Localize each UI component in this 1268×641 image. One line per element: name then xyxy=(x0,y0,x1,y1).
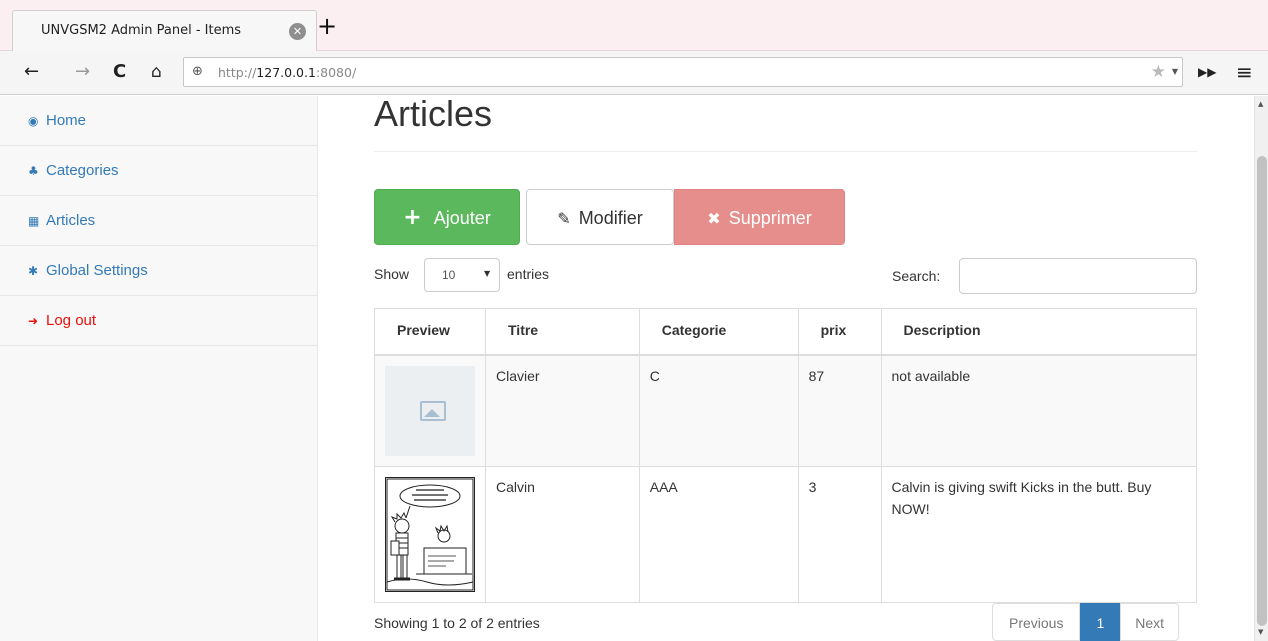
globe-icon: ⊕ xyxy=(192,64,203,79)
new-tab-icon[interactable]: + xyxy=(317,14,337,38)
pagination: Previous 1 Next xyxy=(992,603,1180,641)
previous-page-button[interactable]: Previous xyxy=(992,603,1081,641)
sidebar-item-home[interactable]: ◉ Home xyxy=(0,96,317,146)
gear-icon: ✱ xyxy=(28,264,39,278)
column-header-titre[interactable]: Titre xyxy=(485,308,640,356)
bookmark-star-icon[interactable]: ★ xyxy=(1151,62,1166,82)
delete-button-label: Supprimer xyxy=(728,208,812,228)
preview-cell xyxy=(374,354,486,467)
overflow-icon[interactable]: ▶▶ xyxy=(1198,61,1216,83)
articles-table: Preview Titre Categorie prix Description… xyxy=(374,308,1197,603)
column-header-description[interactable]: Description xyxy=(880,308,1197,356)
entries-length-value: 10 xyxy=(442,268,456,282)
chevron-down-icon[interactable]: ▼ xyxy=(1172,67,1178,76)
page-title: Articles xyxy=(374,93,493,134)
table-header-row: Preview Titre Categorie prix Description xyxy=(374,308,1197,356)
calvin-comic-image xyxy=(385,476,475,592)
edit-button-label: Modifier xyxy=(578,208,643,228)
scrollbar-thumb[interactable] xyxy=(1257,156,1267,626)
column-header-preview[interactable]: Preview xyxy=(374,308,486,356)
description-cell: Calvin is giving swift Kicks in the butt… xyxy=(880,465,1197,603)
description-cell: not available xyxy=(880,354,1197,467)
url-text: http://127.0.0.1:8080/ xyxy=(218,65,357,80)
categorie-cell: C xyxy=(638,354,799,467)
search-input[interactable] xyxy=(959,258,1197,294)
page-scrollbar[interactable]: ▲ ▼ xyxy=(1254,96,1268,641)
title-divider xyxy=(374,151,1197,152)
sidebar-item-label: Home xyxy=(46,112,87,129)
close-icon: ✖ xyxy=(707,209,721,228)
back-icon[interactable]: ← xyxy=(24,61,39,83)
dashboard-icon: ◉ xyxy=(28,114,39,128)
sidebar-item-articles[interactable]: ▦ Articles xyxy=(0,196,317,246)
sidebar-item-logout[interactable]: ➜ Log out xyxy=(0,296,317,346)
search-label: Search: xyxy=(892,268,941,284)
entries-length-select[interactable]: 10 ▼ xyxy=(424,258,500,292)
edit-button[interactable]: ✎ Modifier xyxy=(526,189,674,245)
browser-tab[interactable]: UNVGSM2 Admin Panel - Items ✕ xyxy=(12,10,317,52)
image-placeholder-icon xyxy=(385,365,475,456)
chevron-down-icon: ▼ xyxy=(484,269,491,278)
reload-icon[interactable]: C xyxy=(113,61,126,83)
sidebar-item-label: Articles xyxy=(46,212,96,229)
sitemap-icon: ♣ xyxy=(28,164,39,178)
add-button-label: Ajouter xyxy=(433,208,491,228)
column-header-prix[interactable]: prix xyxy=(797,308,882,356)
scroll-up-icon[interactable]: ▲ xyxy=(1258,100,1263,108)
edit-icon: ✎ xyxy=(557,209,571,228)
menu-icon[interactable]: ≡ xyxy=(1236,61,1253,83)
url-bar[interactable]: ⊕ http://127.0.0.1:8080/ ★ ▼ xyxy=(183,57,1183,87)
preview-cell xyxy=(374,465,486,603)
main-content: Articles + Ajouter ✎ Modifier ✖ Supprimer S… xyxy=(318,93,1254,641)
table-row[interactable]: Clavier C 87 not available xyxy=(374,354,1197,467)
close-tab-icon[interactable]: ✕ xyxy=(289,23,306,40)
sidebar-item-label: Categories xyxy=(46,162,119,179)
titre-cell: Calvin xyxy=(485,465,640,603)
sidebar-item-label: Log out xyxy=(46,312,97,329)
column-header-categorie[interactable]: Categorie xyxy=(638,308,799,356)
table-icon: ▦ xyxy=(28,214,40,228)
entries-label: entries xyxy=(507,266,550,282)
prix-cell: 3 xyxy=(797,465,882,603)
sidebar-item-label: Global Settings xyxy=(46,262,148,279)
home-icon[interactable]: ⌂ xyxy=(151,61,162,83)
table-info: Showing 1 to 2 of 2 entries xyxy=(374,615,540,631)
show-label: Show xyxy=(374,266,410,282)
add-button[interactable]: + Ajouter xyxy=(374,189,520,245)
prix-cell: 87 xyxy=(797,354,882,467)
sidebar-item-global-settings[interactable]: ✱ Global Settings xyxy=(0,246,317,296)
tab-title: UNVGSM2 Admin Panel - Items xyxy=(41,23,242,38)
browser-tab-strip: UNVGSM2 Admin Panel - Items ✕ + xyxy=(0,0,1268,52)
scroll-down-icon[interactable]: ▼ xyxy=(1258,628,1263,636)
delete-button[interactable]: ✖ Supprimer xyxy=(674,189,845,245)
table-row[interactable]: Calvin AAA 3 Calvin is giving swift Kick… xyxy=(374,465,1197,603)
page-1-button[interactable]: 1 xyxy=(1080,603,1121,641)
browser-toolbar: ← → C ⌂ ⊕ http://127.0.0.1:8080/ ★ ▼ ▶▶ … xyxy=(0,51,1268,95)
categorie-cell: AAA xyxy=(638,465,799,603)
next-page-button[interactable]: Next xyxy=(1120,603,1180,641)
titre-cell: Clavier xyxy=(485,354,640,467)
forward-icon[interactable]: → xyxy=(75,61,90,83)
sidebar-item-categories[interactable]: ♣ Categories xyxy=(0,146,317,196)
sidebar: ◉ Home ♣ Categories ▦ Articles ✱ Global Sett… xyxy=(0,96,318,641)
plus-icon: + xyxy=(403,205,422,230)
sign-out-icon: ➜ xyxy=(28,314,39,328)
